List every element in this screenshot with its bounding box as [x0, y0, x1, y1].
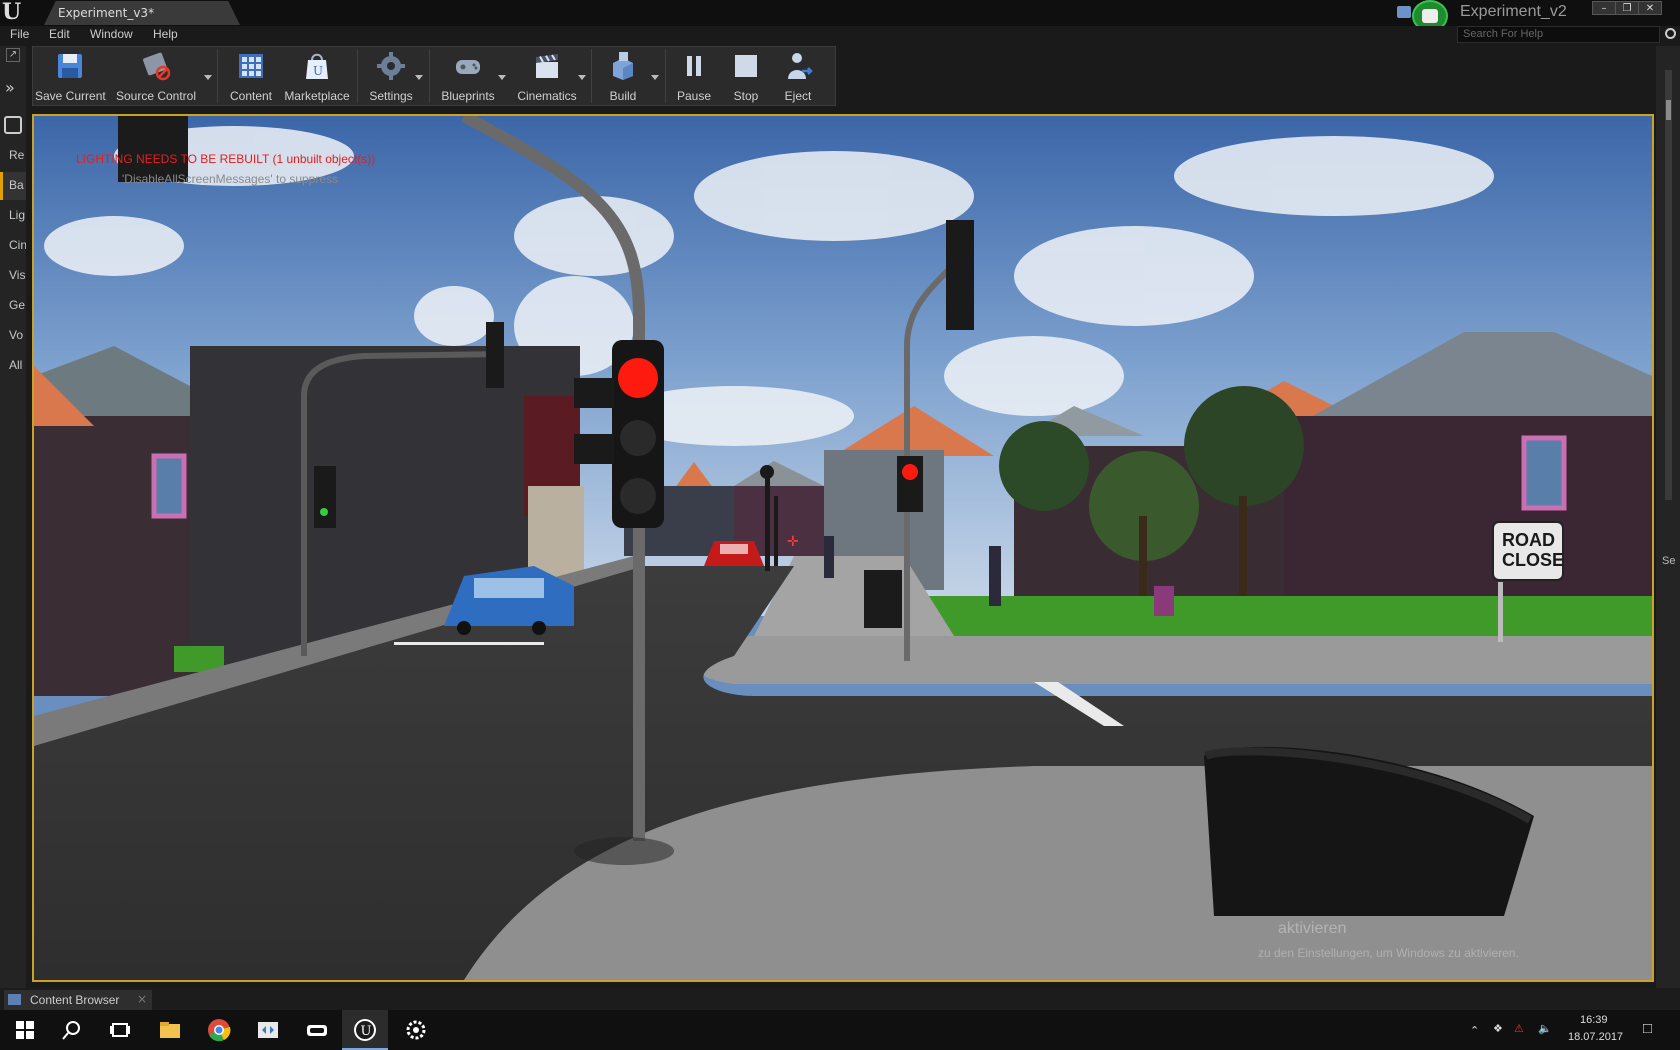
chrome-icon[interactable] — [206, 1017, 232, 1043]
dropbox-icon[interactable]: ❖ — [1493, 1022, 1503, 1035]
pause-icon — [687, 56, 701, 76]
blueprints-dropdown-icon[interactable] — [498, 75, 506, 80]
right-panel-label: Se — [1662, 555, 1676, 567]
right-scrollbar-thumb[interactable] — [1666, 100, 1671, 120]
source-control-icon — [143, 52, 171, 81]
left-item-all-classes[interactable]: All — [0, 352, 26, 380]
toolbar-separator — [217, 49, 218, 103]
windows-start-icon[interactable] — [12, 1017, 38, 1043]
tray-chevron-icon[interactable]: ⌃ — [1470, 1024, 1479, 1037]
left-item-volumes[interactable]: Vo — [0, 322, 26, 350]
restore-button[interactable]: ❐ — [1615, 1, 1639, 15]
chat-icon[interactable] — [1397, 6, 1411, 18]
marketplace-bag-icon: U — [306, 53, 328, 79]
build-dropdown-icon[interactable] — [651, 75, 659, 80]
content-button[interactable]: Content — [223, 47, 279, 105]
cinematics-dropdown-icon[interactable] — [578, 75, 586, 80]
unreal-logo-icon[interactable]: U — [2, 1, 24, 23]
toolbar-separator — [429, 49, 430, 103]
document-tab[interactable]: Experiment_v3* — [44, 1, 240, 25]
source-control-dropdown-icon[interactable] — [204, 75, 212, 80]
left-item-lights[interactable]: Lig — [0, 202, 26, 230]
bottom-dock — [0, 988, 1680, 1010]
toolbar-separator — [357, 49, 358, 103]
level-viewport[interactable]: ROAD CLOSED ✛ LIGHTING NEEDS TO BE REBUI… — [32, 114, 1654, 982]
build-blocks-icon — [613, 52, 633, 80]
right-scrollbar[interactable] — [1665, 70, 1672, 500]
build-button[interactable]: Build — [595, 47, 651, 105]
search-icon[interactable] — [1665, 28, 1676, 39]
cinematics-button[interactable]: Cinematics — [511, 47, 583, 105]
activation-watermark-sub: zu den Einstellungen, um Windows zu akti… — [1258, 946, 1519, 960]
vr-headset-icon[interactable] — [304, 1017, 330, 1043]
menu-file[interactable]: File — [10, 26, 29, 42]
content-browser-tab[interactable]: Content Browser — [4, 990, 152, 1010]
taskbar-search-icon[interactable] — [59, 1017, 85, 1043]
visual-studio-icon[interactable] — [255, 1017, 281, 1043]
blueprints-gamepad-icon — [456, 60, 480, 74]
svg-text:U: U — [313, 64, 323, 78]
lighting-warning: LIGHTING NEEDS TO BE REBUILT (1 unbuilt … — [76, 152, 376, 166]
save-icon — [58, 54, 82, 78]
scene-render[interactable] — [34, 116, 1652, 980]
clock-date[interactable]: 18.07.2017 — [1568, 1031, 1623, 1043]
minimize-button[interactable]: – — [1592, 1, 1616, 15]
road-closed-sign-text: ROAD CLOSED — [1502, 530, 1562, 570]
close-button[interactable]: ✕ — [1638, 1, 1662, 15]
network-warning-icon[interactable]: ⚠ — [1514, 1022, 1524, 1035]
svg-text:U: U — [361, 1024, 372, 1039]
tools-icon[interactable]: ↗ — [6, 48, 20, 62]
eject-button[interactable]: Eject — [773, 47, 823, 105]
left-item-cinematic[interactable]: Cin — [0, 232, 26, 260]
eject-person-icon — [788, 53, 813, 79]
stop-button[interactable]: Stop — [721, 47, 771, 105]
sidewalk — [692, 636, 1652, 684]
taskbar — [0, 1010, 1680, 1050]
search-panel-icon[interactable] — [4, 116, 22, 134]
menu-window[interactable]: Window — [90, 26, 133, 42]
menu-help[interactable]: Help — [153, 26, 178, 42]
marketplace-button[interactable]: U Marketplace — [281, 47, 353, 105]
road-marking — [394, 642, 544, 645]
menu-bar: File Edit Window Help — [0, 26, 1680, 44]
settings-dropdown-icon[interactable] — [415, 75, 423, 80]
stop-icon — [735, 55, 757, 77]
left-item-visual[interactable]: Vis — [0, 262, 26, 290]
menu-edit[interactable]: Edit — [49, 26, 70, 42]
toolbar: Save Current Source Control Content U Ma… — [32, 46, 836, 106]
task-view-icon[interactable] — [107, 1017, 133, 1043]
left-panel: ↗ » Re Ba Lig Cin Vis Ge Vo All — [0, 46, 26, 1004]
source-control-button[interactable]: Source Control — [111, 47, 201, 105]
volume-icon[interactable]: 🔈 — [1538, 1022, 1552, 1035]
crosshair-icon: ✛ — [787, 534, 799, 550]
gear-icon — [377, 52, 405, 80]
expand-icon[interactable]: » — [5, 78, 15, 97]
left-item-basic[interactable]: Ba — [0, 172, 26, 200]
toolbar-separator — [665, 49, 666, 103]
red-car — [704, 541, 764, 566]
unreal-engine-icon[interactable]: U — [352, 1017, 378, 1043]
toolbar-separator — [591, 49, 592, 103]
grass — [904, 596, 1652, 636]
blueprints-button[interactable]: Blueprints — [433, 47, 503, 105]
left-item-recent[interactable]: Re — [0, 142, 26, 170]
save-current-button[interactable]: Save Current — [35, 47, 106, 105]
content-grid-icon — [239, 54, 263, 78]
screen-messages-hint: 'DisableAllScreenMessages' to suppress — [122, 172, 339, 186]
clapperboard-icon — [536, 54, 558, 78]
file-explorer-icon[interactable] — [157, 1017, 183, 1043]
close-icon[interactable]: × — [137, 992, 147, 1006]
activation-watermark-title: aktivieren — [1278, 920, 1347, 937]
trash-bin — [864, 570, 902, 628]
content-browser-icon — [8, 994, 21, 1005]
clock-time[interactable]: 16:39 — [1580, 1014, 1608, 1026]
left-item-geometry[interactable]: Ge — [0, 292, 26, 320]
project-name: Experiment_v2 — [1460, 3, 1567, 20]
pause-button[interactable]: Pause — [669, 47, 719, 105]
notifications-icon[interactable]: □ — [1643, 1020, 1652, 1037]
settings-gear-icon[interactable] — [403, 1017, 429, 1043]
help-search-input[interactable]: Search For Help — [1457, 26, 1660, 43]
settings-button[interactable]: Settings — [361, 47, 421, 105]
